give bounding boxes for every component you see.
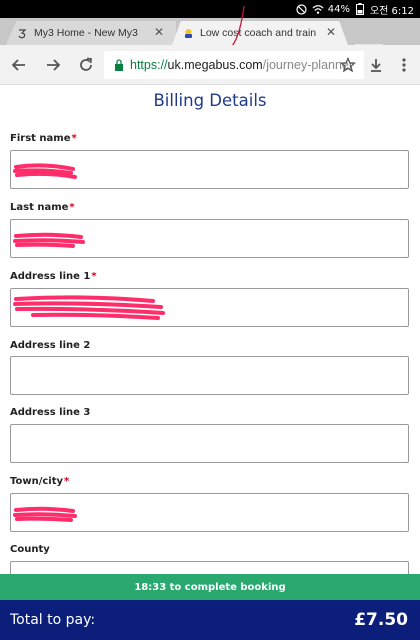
first-name-field[interactable] [10,150,409,189]
battery-icon [354,3,366,15]
browser-toolbar: https://uk.megabus.com/journey-planner [0,45,420,85]
address-line-2-field[interactable] [10,356,409,395]
clock: 오전 6:12 [369,5,414,17]
status-bar: 44% 오전 6:12 [0,0,420,18]
page-title: Billing Details [153,91,267,110]
redaction-scribble [13,232,85,248]
total-amount: £7.50 [354,610,408,630]
url-scheme: https:// [130,58,168,72]
close-tab-icon[interactable]: ✕ [154,25,164,39]
tab-strip: My3 Home - New My3 ✕ Low cost coach and … [0,18,420,58]
redaction-scribble [13,295,165,320]
county-field[interactable] [10,561,409,574]
address-line-3-field[interactable] [10,424,409,463]
overflow-menu-icon[interactable] [394,55,414,75]
town-city-field[interactable] [10,493,409,532]
last-name-field[interactable] [10,219,409,258]
tab-megabus[interactable]: Low cost coach and train trav ✕ [172,21,348,45]
address-line-1-field[interactable] [10,288,409,327]
reload-icon[interactable] [76,55,96,75]
page-content: Billing Details First name* Last name* A… [0,86,420,574]
address-line-2-label: Address line 2 [10,340,91,351]
download-icon[interactable] [366,55,386,75]
address-bar[interactable]: https://uk.megabus.com/journey-planner [104,51,364,79]
forward-arrow-icon[interactable] [43,55,63,75]
redaction-scribble [13,506,77,522]
tab-title: My3 Home - New My3 [34,27,138,39]
url-host: uk.megabus.com [167,58,263,72]
total-bar: Total to pay: £7.50 [0,600,420,640]
megabus-icon [182,27,194,39]
close-tab-icon[interactable]: ✕ [326,25,336,39]
redaction-scribble [13,163,77,179]
last-name-label: Last name* [10,202,75,213]
town-city-label: Town/city* [10,476,70,487]
address-line-3-label: Address line 3 [10,407,91,418]
first-name-label: First name* [10,133,77,144]
tab-title: Low cost coach and train trav [200,27,318,39]
back-arrow-icon[interactable] [9,55,29,75]
lock-icon [115,59,123,71]
wifi-icon [312,3,324,15]
address-line-1-label: Address line 1* [10,271,97,282]
three-logo-icon [16,27,28,39]
tab-my3-home[interactable]: My3 Home - New My3 ✕ [6,21,176,45]
do-not-disturb-icon [296,3,308,15]
battery-percent: 44% [327,3,350,15]
booking-countdown: 18:33 to complete booking [0,574,420,600]
county-label: County [10,544,50,555]
total-label: Total to pay: [10,612,96,628]
star-icon[interactable] [338,55,358,75]
